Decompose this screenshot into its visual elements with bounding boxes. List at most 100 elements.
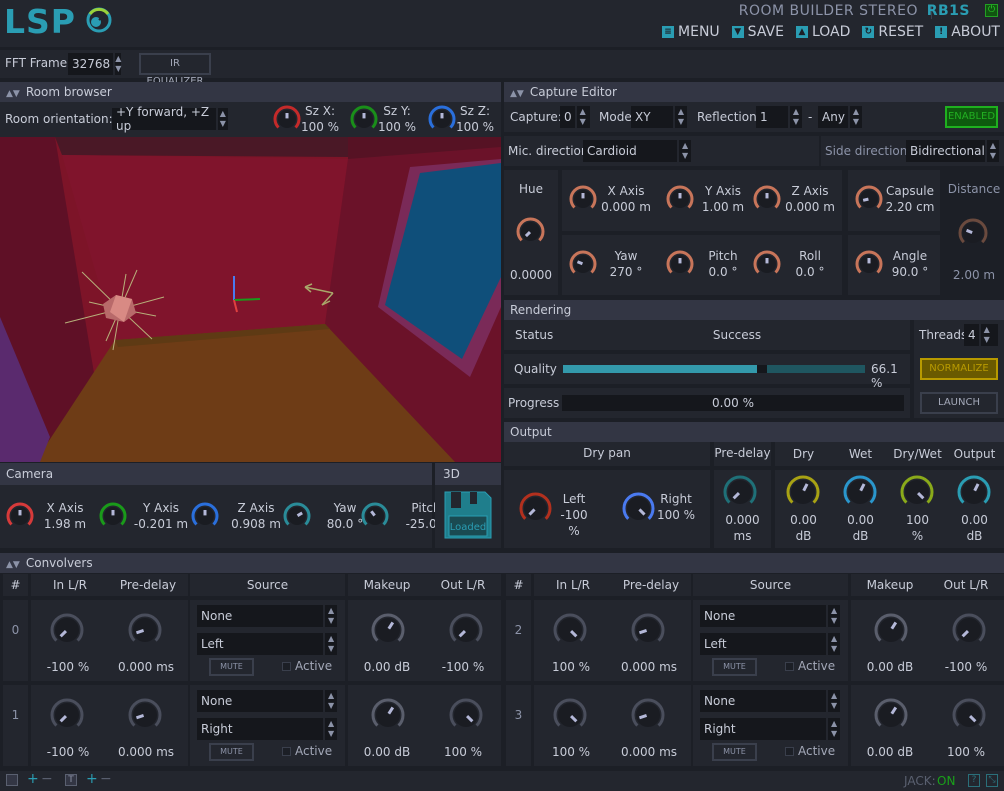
camera-knob-z-axis[interactable] bbox=[190, 501, 220, 531]
output-output-knob[interactable] bbox=[956, 474, 992, 510]
convolver-in-knob[interactable] bbox=[49, 612, 85, 648]
knob-dial[interactable] bbox=[272, 104, 302, 134]
save-button[interactable]: ▼ SAVE bbox=[731, 24, 784, 40]
convolver-makeup-knob[interactable] bbox=[370, 697, 406, 733]
active-checkbox[interactable]: Active bbox=[785, 744, 835, 758]
font-increase-icon[interactable]: + bbox=[86, 771, 98, 787]
camera-knob-yaw[interactable] bbox=[282, 501, 312, 531]
knob-dial[interactable] bbox=[448, 612, 484, 648]
model-load-button[interactable]: Loaded bbox=[443, 490, 493, 540]
knob-dial[interactable] bbox=[842, 474, 878, 510]
knob-dial[interactable] bbox=[951, 697, 987, 733]
convolver-channel-select[interactable]: Right ▲ ▼ bbox=[197, 718, 337, 740]
knob-dial[interactable] bbox=[5, 501, 35, 531]
convolver-predelay-knob[interactable] bbox=[127, 612, 163, 648]
knob-dial[interactable] bbox=[448, 697, 484, 733]
knob-dial[interactable] bbox=[49, 612, 85, 648]
mute-button[interactable]: MUTE bbox=[712, 658, 757, 676]
knob-dial[interactable] bbox=[552, 612, 588, 648]
zoom-out-icon[interactable]: − bbox=[41, 771, 53, 787]
window-layout-icon[interactable] bbox=[6, 774, 18, 786]
quality-handle[interactable] bbox=[756, 365, 767, 373]
knob-dial[interactable] bbox=[282, 501, 312, 531]
about-button[interactable]: ! ABOUT bbox=[935, 24, 1000, 40]
active-checkbox[interactable]: Active bbox=[282, 659, 332, 673]
convolver-channel-select[interactable]: Left ▲ ▼ bbox=[700, 633, 840, 655]
ir-equalizer-button[interactable]: IR EQUALIZER bbox=[139, 53, 211, 87]
convolver-makeup-knob[interactable] bbox=[873, 697, 909, 733]
knob-dial[interactable] bbox=[360, 501, 390, 531]
mute-button[interactable]: MUTE bbox=[209, 658, 254, 676]
knob-dial[interactable] bbox=[951, 612, 987, 648]
camera-knob-x-axis[interactable] bbox=[5, 501, 35, 531]
knob-dial[interactable] bbox=[370, 612, 406, 648]
convolver-in-knob[interactable] bbox=[552, 697, 588, 733]
capture-select[interactable]: 0 ▲ ▼ bbox=[560, 106, 590, 128]
room-orientation-select[interactable]: +Y forward, +Z up ▲ ▼ bbox=[112, 105, 228, 133]
knob-dial[interactable] bbox=[956, 474, 992, 510]
convolver-out-knob[interactable] bbox=[951, 612, 987, 648]
jack-status[interactable]: ON bbox=[937, 774, 955, 788]
knob-dial[interactable] bbox=[722, 474, 758, 510]
dry-pan-left-knob[interactable] bbox=[518, 491, 553, 526]
convolver-source-select[interactable]: None ▲ ▼ bbox=[197, 605, 337, 627]
convolver-source-select[interactable]: None ▲ ▼ bbox=[197, 690, 337, 712]
convolver-in-knob[interactable] bbox=[49, 697, 85, 733]
knob-dial[interactable] bbox=[515, 216, 546, 247]
camera-knob-y-axis[interactable] bbox=[98, 501, 128, 531]
side-direction-select[interactable]: Bidirectional ▲ ▼ bbox=[906, 140, 999, 162]
convolver-in-knob[interactable] bbox=[552, 612, 588, 648]
launch-button[interactable]: LAUNCH bbox=[920, 392, 998, 414]
knob-dial[interactable] bbox=[349, 104, 379, 134]
output-dry-knob[interactable] bbox=[785, 474, 821, 510]
convolver-source-select[interactable]: None ▲ ▼ bbox=[700, 690, 840, 712]
convolver-out-knob[interactable] bbox=[448, 697, 484, 733]
size-knob-y[interactable] bbox=[349, 104, 379, 134]
enabled-button[interactable]: ENABLED bbox=[945, 106, 998, 128]
capture-editor-header[interactable]: ▲▼ Capture Editor bbox=[504, 82, 1004, 102]
output-wet-knob[interactable] bbox=[842, 474, 878, 510]
knob-dial[interactable] bbox=[552, 697, 588, 733]
knob-dial[interactable] bbox=[621, 491, 656, 526]
reset-button[interactable]: ↻ RESET bbox=[862, 24, 923, 40]
convolver-makeup-knob[interactable] bbox=[873, 612, 909, 648]
knob-dial[interactable] bbox=[370, 697, 406, 733]
knob-dial[interactable] bbox=[899, 474, 935, 510]
active-checkbox[interactable]: Active bbox=[282, 744, 332, 758]
zoom-in-icon[interactable]: + bbox=[27, 771, 39, 787]
hue-knob[interactable] bbox=[515, 216, 546, 247]
mute-button[interactable]: MUTE bbox=[712, 743, 757, 761]
room-browser-header[interactable]: ▲▼ Room browser bbox=[0, 82, 501, 102]
size-knob-x[interactable] bbox=[272, 104, 302, 134]
convolver-makeup-knob[interactable] bbox=[370, 612, 406, 648]
knob-dial[interactable] bbox=[785, 474, 821, 510]
knob-dial[interactable] bbox=[127, 697, 163, 733]
camera-knob-pitch[interactable] bbox=[360, 501, 390, 531]
fft-frame-select[interactable]: 32768 ▲ ▼ bbox=[68, 53, 122, 75]
size-knob-z[interactable] bbox=[427, 104, 457, 134]
quality-slider[interactable] bbox=[563, 365, 865, 373]
mic-direction-select[interactable]: Cardioid ▲ ▼ bbox=[583, 140, 691, 162]
knob-dial[interactable] bbox=[873, 697, 909, 733]
convolvers-header[interactable]: ▲▼ Convolvers bbox=[0, 553, 1004, 573]
knob-dial[interactable] bbox=[98, 501, 128, 531]
mute-button[interactable]: MUTE bbox=[209, 743, 254, 761]
knob-dial[interactable] bbox=[873, 612, 909, 648]
convolver-predelay-knob[interactable] bbox=[630, 697, 666, 733]
output-dry-wet-knob[interactable] bbox=[899, 474, 935, 510]
normalize-button[interactable]: NORMALIZE bbox=[920, 358, 998, 380]
distance-knob[interactable] bbox=[957, 217, 989, 249]
load-button[interactable]: ▲ LOAD bbox=[795, 24, 850, 40]
threads-select[interactable]: 4 ▲ ▼ bbox=[964, 324, 998, 346]
convolver-source-select[interactable]: None ▲ ▼ bbox=[700, 605, 840, 627]
menu-button[interactable]: ≡ MENU bbox=[662, 24, 720, 40]
reflections-max-select[interactable]: Any ▲ ▼ bbox=[818, 106, 862, 128]
font-decrease-icon[interactable]: − bbox=[100, 771, 112, 787]
power-button[interactable]: ⏻ bbox=[985, 4, 998, 17]
room-3d-view[interactable] bbox=[0, 137, 501, 462]
convolver-channel-select[interactable]: Right ▲ ▼ bbox=[700, 718, 840, 740]
help-icon[interactable]: ? bbox=[968, 774, 980, 787]
knob-dial[interactable] bbox=[127, 612, 163, 648]
knob-dial[interactable] bbox=[957, 217, 989, 249]
convolver-channel-select[interactable]: Left ▲ ▼ bbox=[197, 633, 337, 655]
